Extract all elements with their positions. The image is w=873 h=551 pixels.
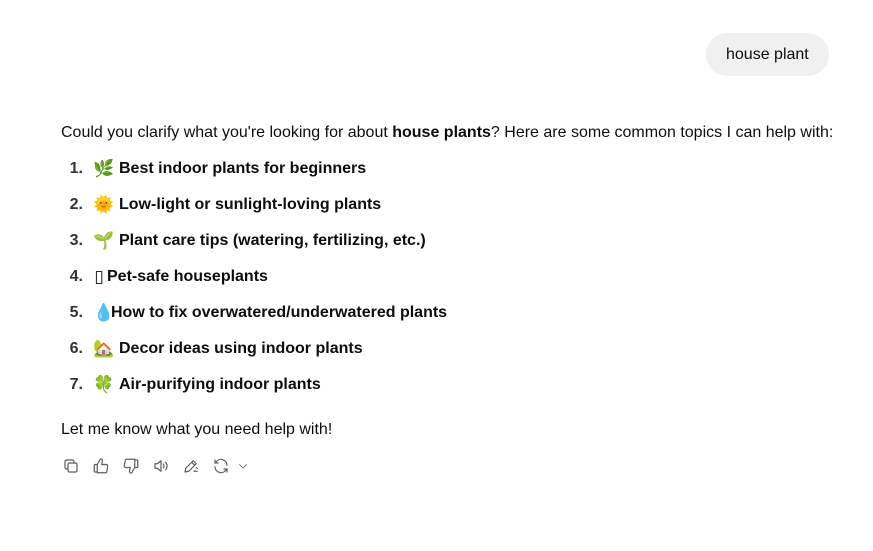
list-item-label: Best indoor plants for beginners	[119, 160, 367, 177]
read-aloud-button[interactable]	[151, 456, 171, 476]
copy-icon	[64, 459, 78, 473]
house-garden-icon: 🏡	[93, 339, 115, 358]
assistant-message: Could you clarify what you're looking fo…	[61, 120, 861, 408]
four-leaf-clover-icon: 🍀	[93, 375, 115, 394]
list-number: 2.	[69, 196, 83, 213]
chevron-down-icon[interactable]	[233, 456, 253, 476]
list-item: 7. 🍀 Air-purifying indoor plants	[61, 372, 861, 398]
copy-button[interactable]	[61, 456, 81, 476]
list-item-label: Pet-safe houseplants	[107, 268, 268, 285]
herb-icon: 🌿	[93, 159, 115, 178]
list-item-label: Plant care tips (watering, fertilizing, …	[119, 232, 426, 249]
read-aloud-icon	[154, 460, 168, 472]
chat-page: house plant Could you clarify what you'r…	[0, 0, 873, 551]
list-item-label: Air-purifying indoor plants	[119, 376, 321, 393]
list-number: 6.	[69, 340, 83, 357]
message-actions	[61, 456, 253, 476]
edit-button[interactable]	[181, 456, 201, 476]
list-number: 5.	[69, 304, 83, 321]
assistant-outro: Let me know what you need help with!	[61, 421, 333, 438]
assistant-intro: Could you clarify what you're looking fo…	[61, 120, 861, 146]
list-number: 4.	[69, 268, 83, 285]
chevron-down-svg	[239, 464, 247, 469]
list-item-label: How to fix overwatered/underwatered plan…	[111, 304, 448, 321]
intro-text-before: Could you clarify what you're looking fo…	[61, 124, 393, 141]
thumbs-down-button[interactable]	[121, 456, 141, 476]
list-item-label: Low-light or sunlight-loving plants	[119, 196, 382, 213]
missing-glyph-icon: ▯	[94, 267, 104, 286]
thumbs-up-icon	[93, 458, 109, 474]
thumbs-up-button[interactable]	[91, 456, 111, 476]
regenerate-icon	[214, 458, 228, 474]
regenerate-button[interactable]	[211, 456, 253, 476]
intro-text-after: ? Here are some common topics I can help…	[490, 124, 834, 141]
droplet-icon: 💧	[93, 303, 115, 322]
list-item: 2. 🌞 Low-light or sunlight-loving plants	[61, 192, 861, 218]
sun-icon: 🌞	[93, 195, 115, 214]
list-item: 3. 🌱 Plant care tips (watering, fertiliz…	[61, 228, 861, 254]
list-item: 5. 💧 How to fix overwatered/underwatered…	[61, 300, 861, 326]
list-number: 1.	[69, 160, 83, 177]
list-item: 4. ▯ Pet-safe houseplants	[61, 264, 861, 290]
edit-icon	[184, 460, 198, 473]
topic-list: 1. 🌿 Best indoor plants for beginners 2.…	[61, 156, 861, 398]
list-item: 1. 🌿 Best indoor plants for beginners	[61, 156, 861, 182]
list-item-label: Decor ideas using indoor plants	[119, 340, 363, 357]
user-message-bubble: house plant	[706, 33, 829, 76]
seedling-icon: 🌱	[93, 231, 115, 250]
list-item: 6. 🏡 Decor ideas using indoor plants	[61, 336, 861, 362]
list-number: 7.	[69, 376, 83, 393]
regenerate-icon-wrap[interactable]	[211, 456, 231, 476]
thumbs-down-icon	[123, 458, 139, 474]
intro-bold-topic: house plants	[392, 124, 491, 141]
list-number: 3.	[69, 232, 83, 249]
